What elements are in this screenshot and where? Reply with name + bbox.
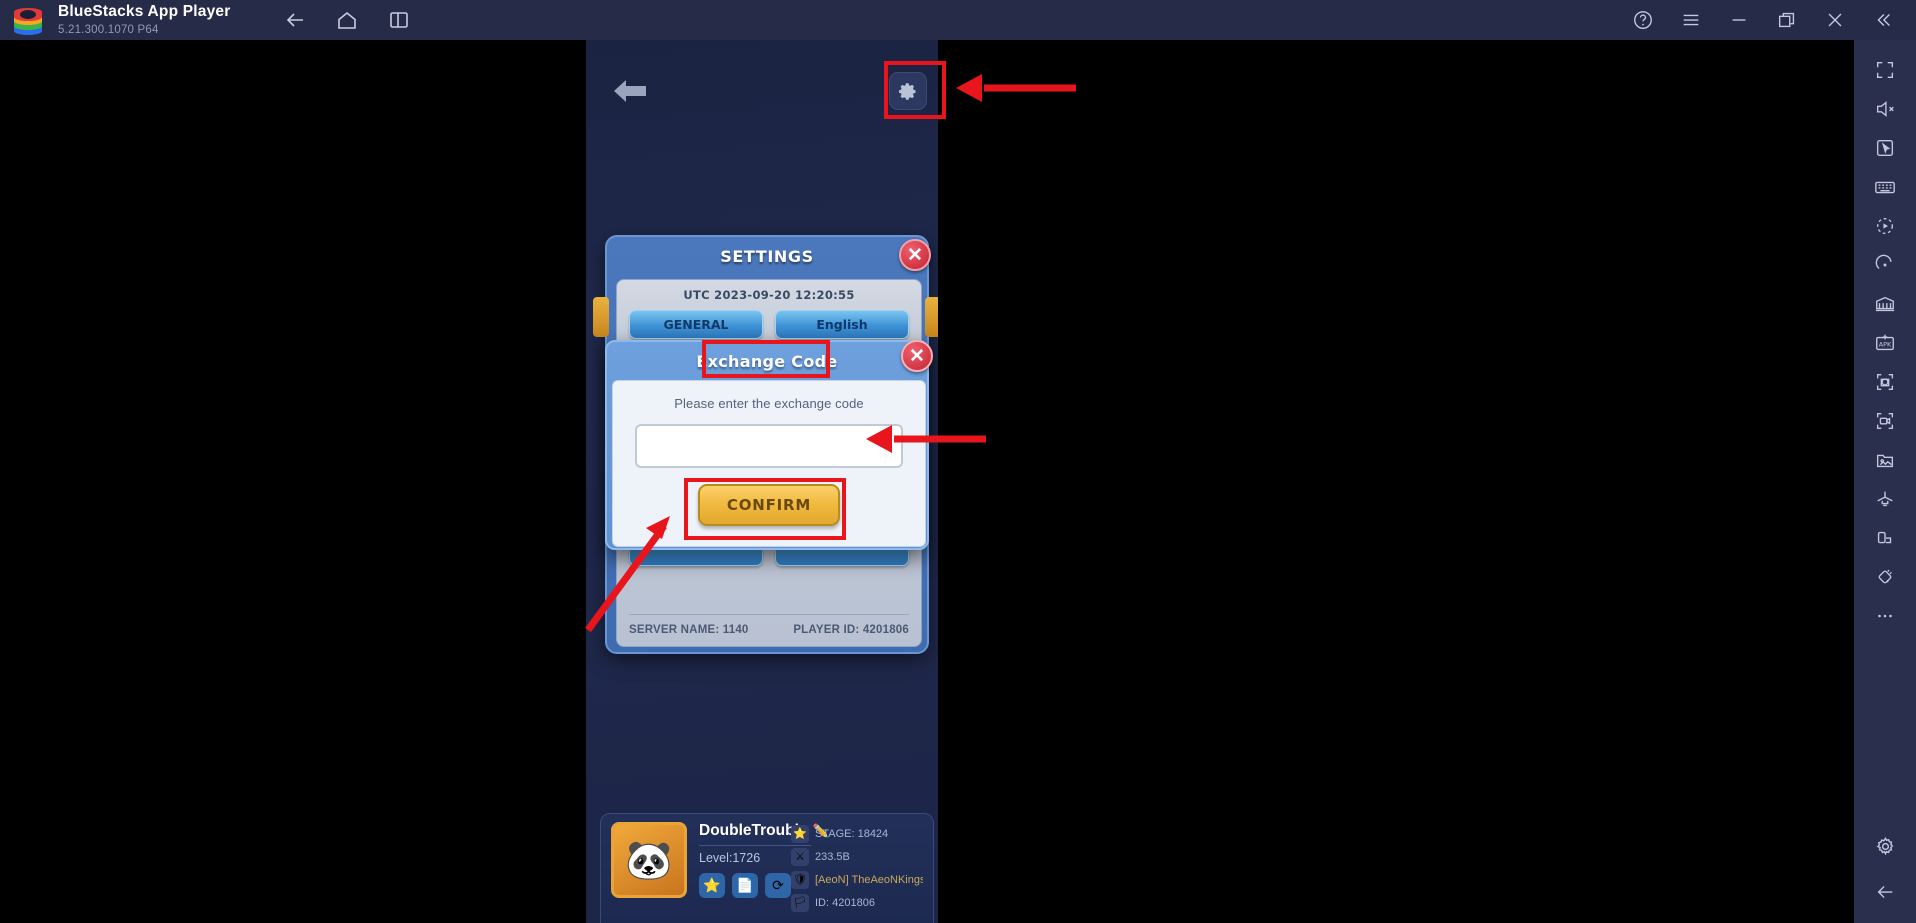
player-stat-id: 🏳 ID: 4201806 xyxy=(791,891,923,914)
app-version: 5.21.300.1070 P64 xyxy=(58,23,159,36)
titlebar: BlueStacks App Player 5.21.300.1070 P64 xyxy=(0,0,1916,40)
window-controls xyxy=(1630,0,1908,40)
arrow-to-gear-button xyxy=(956,74,1076,102)
title-block: BlueStacks App Player 5.21.300.1070 P64 xyxy=(58,3,231,36)
help-icon[interactable] xyxy=(1630,7,1656,33)
settings-server-name: SERVER NAME: 1140 xyxy=(629,624,749,636)
minimize-icon[interactable] xyxy=(1726,7,1752,33)
restore-icon[interactable] xyxy=(1774,7,1800,33)
media-manager-icon[interactable] xyxy=(1863,440,1907,479)
flag-icon: 🏳 xyxy=(791,893,809,912)
install-apk-icon[interactable]: APK xyxy=(1863,323,1907,362)
notes-icon[interactable]: 📄 xyxy=(732,873,758,898)
player-action-icons: ⭐ 📄 ⟳ xyxy=(699,873,791,898)
guild-icon: 🛡 xyxy=(791,870,809,889)
settings-language-button[interactable]: English xyxy=(775,310,909,339)
star-badge-icon: ⭐ xyxy=(791,824,809,843)
screenshot-icon[interactable] xyxy=(1863,362,1907,401)
game-back-arrow-icon[interactable] xyxy=(612,78,648,104)
macro-icon[interactable] xyxy=(1863,206,1907,245)
swords-icon: ⚔ xyxy=(791,847,809,866)
panda-avatar-icon: 🐼 xyxy=(625,840,673,883)
player-stage-value: STAGE: 18424 xyxy=(815,827,889,840)
exchange-title-bar: Exchange Code ✕ xyxy=(607,340,933,380)
settings-title: SETTINGS xyxy=(720,246,814,266)
multi-instance-manager-icon[interactable] xyxy=(1863,284,1907,323)
game-settings-gear-icon[interactable] xyxy=(889,72,927,110)
player-level: Level:1726 xyxy=(699,851,761,865)
keyboard-icon[interactable] xyxy=(1863,167,1907,206)
settings-general-button[interactable]: GENERAL xyxy=(629,310,763,339)
collapse-sidebar-icon[interactable] xyxy=(1870,7,1896,33)
player-stat-power: ⚔ 233.5B xyxy=(791,845,923,868)
settings-close-button[interactable]: ✕ xyxy=(899,239,931,271)
player-info-panel: 🐼 DoubleTrouble ✏️ Level:1726 ♂ ⭐ 📄 ⟳ xyxy=(600,813,934,923)
settings-button-row-1: GENERAL English xyxy=(617,302,921,339)
back-icon[interactable] xyxy=(278,3,312,37)
eco-mode-icon[interactable] xyxy=(1863,479,1907,518)
screen-root: BlueStacks App Player 5.21.300.1070 P64 xyxy=(0,0,1916,923)
record-screen-icon[interactable] xyxy=(1863,401,1907,440)
close-icon[interactable] xyxy=(1822,7,1848,33)
mute-icon[interactable] xyxy=(1863,89,1907,128)
settings-right-tab xyxy=(925,297,938,337)
pointer-icon[interactable] xyxy=(1863,128,1907,167)
player-avatar[interactable]: 🐼 xyxy=(611,822,687,898)
more-icon[interactable] xyxy=(1863,596,1907,635)
shake-icon[interactable] xyxy=(1863,557,1907,596)
settings-utc-time: UTC 2023-09-20 12:20:55 xyxy=(683,288,855,302)
player-guild-value: [AeoN] TheAeoNKings xyxy=(815,873,923,886)
right-sidebar: APK xyxy=(1854,40,1916,923)
bluestacks-logo xyxy=(12,4,44,36)
exchange-close-label: ✕ xyxy=(909,345,925,367)
player-power-value: 233.5B xyxy=(815,850,850,863)
back-arrow-icon[interactable] xyxy=(1863,872,1907,911)
app-center-icon[interactable] xyxy=(1863,518,1907,557)
exchange-close-button[interactable]: ✕ xyxy=(901,340,933,372)
player-stat-stage: ⭐ STAGE: 18424 xyxy=(791,822,923,845)
home-icon[interactable] xyxy=(330,3,364,37)
player-stat-guild: 🛡 [AeoN] TheAeoNKings xyxy=(791,868,923,891)
exchange-confirm-button[interactable]: CONFIRM xyxy=(698,484,840,526)
player-details: DoubleTrouble ✏️ Level:1726 ♂ ⭐ 📄 ⟳ xyxy=(699,822,829,915)
refresh-icon[interactable]: ⟳ xyxy=(765,873,791,898)
settings-footer: SERVER NAME: 1140 PLAYER ID: 4201806 xyxy=(629,614,909,636)
star-icon[interactable]: ⭐ xyxy=(699,873,725,898)
settings-gear-icon[interactable] xyxy=(1863,827,1907,866)
player-name-row: DoubleTrouble ✏️ xyxy=(699,822,829,840)
exchange-body: Please enter the exchange code CONFIRM xyxy=(612,380,926,547)
settings-left-tab xyxy=(593,297,609,337)
player-id-value: ID: 4201806 xyxy=(815,896,875,909)
game-viewport: SETTINGS ✕ UTC 2023-09-20 12:20:55 GENER… xyxy=(586,40,938,923)
fullscreen-icon[interactable] xyxy=(1863,50,1907,89)
exchange-code-input[interactable] xyxy=(635,424,903,468)
menu-icon[interactable] xyxy=(1678,7,1704,33)
player-stats: ⭐ STAGE: 18424 ⚔ 233.5B 🛡 [AeoN] TheAeoN… xyxy=(791,822,923,915)
multi-instance-icon[interactable] xyxy=(382,3,416,37)
exchange-code-dialog: Exchange Code ✕ Please enter the exchang… xyxy=(605,340,933,550)
titlebar-nav xyxy=(278,3,416,37)
svg-text:APK: APK xyxy=(1879,340,1892,348)
exchange-hint-text: Please enter the exchange code xyxy=(674,396,864,411)
app-title: BlueStacks App Player xyxy=(58,3,231,21)
settings-close-label: ✕ xyxy=(907,244,923,266)
rotate-icon[interactable] xyxy=(1863,245,1907,284)
settings-player-id: PLAYER ID: 4201806 xyxy=(793,624,909,636)
exchange-code-title: Exchange Code xyxy=(696,351,838,371)
